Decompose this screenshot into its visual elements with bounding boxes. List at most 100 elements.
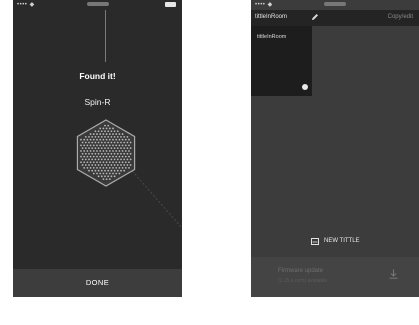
grille-dot bbox=[104, 169, 106, 172]
grille-dot bbox=[88, 147, 90, 150]
grille-dot bbox=[128, 161, 130, 164]
grille-dot bbox=[96, 133, 98, 135]
grille-dot bbox=[86, 144, 89, 147]
hexagon-speaker-grille-icon bbox=[75, 116, 137, 190]
grille-dot bbox=[121, 166, 124, 169]
grille-dot bbox=[89, 166, 92, 169]
grille-dot bbox=[97, 136, 100, 138]
grille-dot bbox=[102, 172, 105, 175]
grille-dot bbox=[113, 152, 116, 155]
found-device-screen: •••• ◆ Found it! Spin-R DONE bbox=[13, 0, 182, 297]
grille-dot bbox=[110, 136, 113, 138]
grille-dot bbox=[94, 169, 97, 172]
grille-dot bbox=[80, 155, 82, 158]
grille-dot bbox=[118, 144, 121, 147]
signal-status: •••• ◆ bbox=[255, 2, 273, 8]
grille-dot bbox=[110, 164, 113, 166]
grille-dot bbox=[120, 158, 122, 161]
grille-dot bbox=[107, 141, 110, 144]
grille-dot bbox=[105, 166, 108, 169]
grille-dot bbox=[107, 124, 110, 127]
grille-dot bbox=[96, 172, 98, 175]
grille-dot bbox=[112, 161, 114, 164]
room-tab[interactable]: tittleInRoom bbox=[255, 14, 287, 20]
grille-dot bbox=[110, 147, 113, 150]
grille-dot bbox=[116, 164, 119, 166]
grille-dot bbox=[120, 147, 122, 150]
grille-dot bbox=[94, 141, 97, 144]
grille-dot bbox=[115, 172, 118, 175]
grille-dot bbox=[126, 164, 129, 166]
grille-dot bbox=[102, 150, 105, 152]
grille-dot bbox=[104, 136, 106, 138]
grille-dot bbox=[84, 152, 87, 155]
grille-dot bbox=[96, 155, 98, 158]
grille-dot bbox=[102, 127, 105, 130]
grille-dot bbox=[88, 158, 90, 161]
grille-dot bbox=[107, 175, 110, 178]
grille-dot bbox=[102, 161, 105, 164]
done-button[interactable]: DONE bbox=[13, 269, 182, 297]
grille-dot bbox=[123, 141, 126, 144]
grille-dot bbox=[123, 136, 126, 138]
grille-dot bbox=[123, 147, 126, 150]
grille-dot bbox=[83, 150, 86, 152]
grille-dot bbox=[97, 152, 100, 155]
grille-dot bbox=[96, 144, 98, 147]
firmware-update-bar[interactable]: Firmware update (1.15 a.com) available bbox=[251, 257, 419, 297]
grille-dot bbox=[80, 161, 82, 164]
grille-dot bbox=[107, 136, 110, 138]
grille-dot bbox=[92, 133, 95, 135]
firmware-subtitle: (1.15 a.com) available bbox=[278, 278, 328, 284]
grille-dot bbox=[104, 147, 106, 150]
grille-dot bbox=[120, 164, 122, 166]
grille-dot bbox=[99, 138, 102, 141]
grille-dot bbox=[120, 152, 122, 155]
grille-dot bbox=[92, 138, 95, 141]
grille-dot bbox=[94, 136, 97, 138]
copy-edit-link[interactable]: Copy/edit bbox=[388, 14, 413, 20]
grille-dot bbox=[91, 169, 94, 172]
grille-dot bbox=[89, 155, 92, 158]
grille-dot bbox=[89, 144, 92, 147]
check-icon bbox=[302, 84, 308, 90]
grille-dot bbox=[80, 138, 82, 141]
grille-dot bbox=[99, 166, 102, 169]
grille-dot bbox=[102, 166, 105, 169]
grille-dot bbox=[80, 144, 82, 147]
grille-dot bbox=[89, 150, 92, 152]
new-title-label: NEW TITTLE bbox=[324, 238, 360, 244]
grille-dot bbox=[86, 150, 89, 152]
grille-dot bbox=[100, 164, 103, 166]
grille-dot bbox=[96, 166, 98, 169]
grille-dot bbox=[110, 141, 113, 144]
grille-dot bbox=[110, 130, 113, 133]
grille-dot bbox=[112, 133, 114, 135]
grille-dot bbox=[104, 130, 106, 133]
grille-dot bbox=[86, 161, 89, 164]
pencil-icon[interactable] bbox=[311, 13, 319, 21]
grille-dot bbox=[83, 166, 86, 169]
grille-dot bbox=[89, 161, 92, 164]
grille-dot bbox=[94, 164, 97, 166]
grille-dot bbox=[113, 169, 116, 172]
grille-dot bbox=[97, 158, 100, 161]
grille-dot bbox=[116, 141, 119, 144]
clock-indicator bbox=[324, 2, 346, 6]
grille-dot bbox=[124, 161, 127, 164]
grille-dot bbox=[100, 136, 103, 138]
download-icon[interactable] bbox=[389, 269, 398, 279]
grille-dot bbox=[100, 169, 103, 172]
grille-dot bbox=[126, 152, 129, 155]
grille-dot bbox=[128, 144, 130, 147]
grille-dot bbox=[128, 138, 130, 141]
grille-dot bbox=[102, 144, 105, 147]
grille-dot bbox=[100, 147, 103, 150]
grille-dot bbox=[97, 169, 100, 172]
grille-dot bbox=[108, 166, 111, 169]
grille-dot bbox=[104, 164, 106, 166]
grille-dot bbox=[89, 138, 92, 141]
grille-dot bbox=[99, 161, 102, 164]
grille-dot bbox=[116, 158, 119, 161]
grille-dot bbox=[105, 138, 108, 141]
